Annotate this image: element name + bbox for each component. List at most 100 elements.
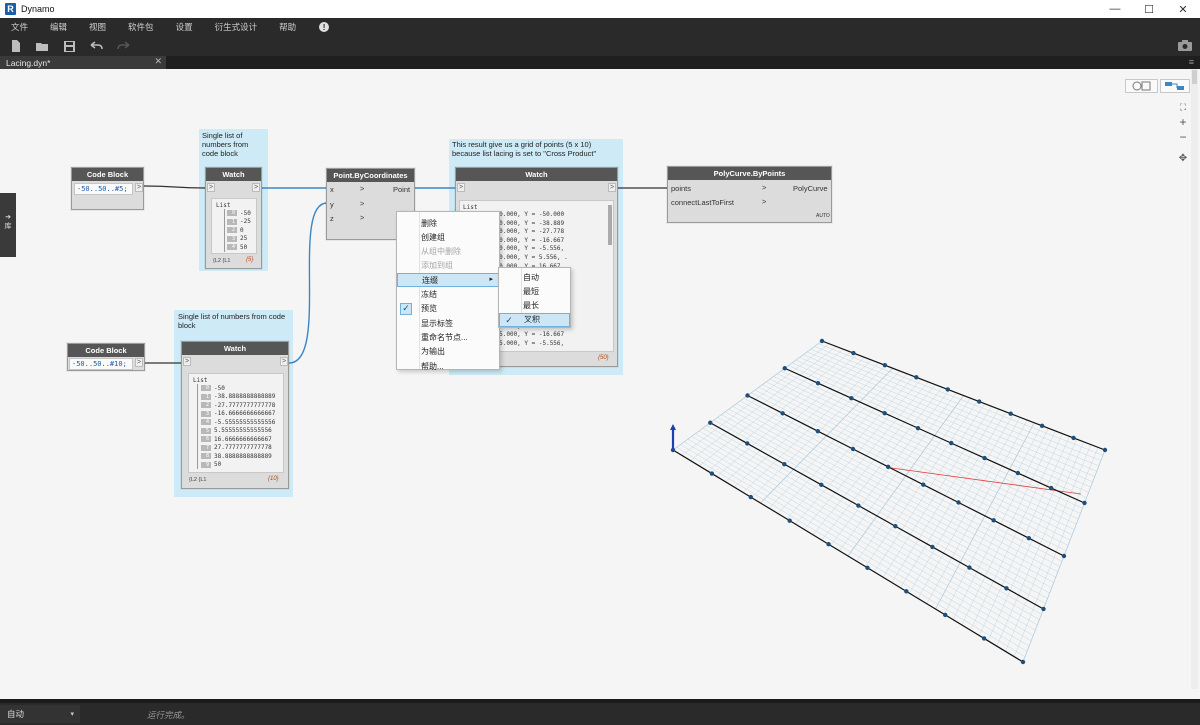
output-port-point[interactable]: Point: [393, 185, 410, 194]
list-index: 2: [227, 227, 237, 234]
list-value: 50: [214, 461, 222, 469]
list-item: 20: [227, 226, 252, 235]
watch-scrollbar[interactable]: [608, 205, 612, 245]
watch-node-1[interactable]: Watch > > List 0 -50 1 -25 2 0 3 25 4 50 {L2 {L1 …: [205, 167, 262, 269]
save-icon[interactable]: [56, 36, 83, 56]
new-file-icon[interactable]: [2, 36, 29, 56]
input-arrow[interactable]: >: [762, 183, 766, 192]
vertical-scrollbar[interactable]: [1191, 69, 1198, 689]
menu-item-label: 冻结: [421, 290, 437, 299]
input-port-points[interactable]: points: [671, 184, 691, 193]
list-index: 6: [201, 436, 211, 443]
list-value: 25: [240, 235, 248, 243]
code-input[interactable]: -50..50..#10;: [69, 358, 133, 370]
tab-close-icon[interactable]: ✕: [154, 56, 162, 67]
wire-code1-watch1[interactable]: [143, 185, 206, 189]
menu-file[interactable]: 文件: [0, 21, 39, 33]
menu-packages[interactable]: 软件包: [117, 21, 165, 33]
context-menu-item[interactable]: 为输出: [397, 345, 499, 359]
list-index: 4: [227, 244, 237, 251]
lacing-option[interactable]: 最短: [499, 284, 570, 298]
lacing-option[interactable]: 自动: [499, 270, 570, 284]
output-port[interactable]: >: [252, 183, 260, 192]
context-menu-item[interactable]: 删除: [397, 216, 499, 230]
maximize-button[interactable]: ☐: [1132, 0, 1166, 18]
watch-node-2[interactable]: Watch > > List 0 -50 1 -38.8888888888889 2 -2…: [181, 341, 289, 489]
scrollbar-thumb[interactable]: [1192, 70, 1197, 84]
input-arrow[interactable]: >: [360, 184, 364, 193]
undo-icon[interactable]: [83, 36, 110, 56]
title-bar: R Dynamo — ☐ ✕: [0, 0, 1200, 18]
input-arrow[interactable]: >: [360, 199, 364, 208]
check-icon: ✓: [400, 302, 412, 315]
zoom-out-icon[interactable]: −: [1176, 130, 1190, 144]
menu-item-label: 显示标签: [421, 318, 453, 328]
zoom-in-icon[interactable]: +: [1176, 115, 1190, 129]
background-preview-toggle[interactable]: [1125, 79, 1158, 93]
redo-icon[interactable]: [110, 36, 137, 56]
lacing-option[interactable]: ✓ 叉积: [499, 312, 570, 327]
input-port[interactable]: >: [183, 357, 191, 366]
workspace-canvas[interactable]: ➔ 库 Single list of numbers from code blo…: [0, 69, 1200, 699]
menu-help[interactable]: 帮助: [268, 21, 307, 33]
app-logo: R: [5, 3, 16, 15]
input-port-connect-last-to-first[interactable]: connectLastToFirst: [671, 198, 734, 207]
wire-watch2-y[interactable]: [288, 202, 328, 364]
menu-settings[interactable]: 设置: [165, 21, 204, 33]
tab-menu-icon[interactable]: ≡: [1189, 57, 1194, 67]
minimize-button[interactable]: —: [1098, 0, 1132, 18]
list-index: 0: [227, 210, 237, 217]
menu-item-label: 最短: [523, 286, 539, 296]
code-block-node-2[interactable]: Code Block -50..50..#10; >: [67, 343, 145, 371]
context-menu-item[interactable]: 冻结: [397, 288, 499, 302]
context-menu-item[interactable]: 从组中删除: [397, 245, 499, 259]
input-arrow[interactable]: >: [762, 197, 766, 206]
list-value: 27.7777777777778: [214, 444, 272, 452]
output-port[interactable]: >: [135, 358, 143, 367]
list-item: 6 16.6666666666667: [201, 435, 279, 444]
tab-lacing[interactable]: Lacing.dyn* ✕: [0, 56, 166, 69]
close-window-button[interactable]: ✕: [1166, 0, 1200, 18]
list-value: 5.55555555555556: [214, 427, 272, 435]
output-port[interactable]: >: [608, 183, 616, 192]
menu-edit[interactable]: 编辑: [39, 21, 78, 33]
polycurve-by-points-node[interactable]: PolyCurve.ByPoints points > connectLastT…: [667, 166, 832, 223]
context-menu-item[interactable]: 显示标签: [397, 316, 499, 330]
menu-view[interactable]: 视图: [78, 21, 117, 33]
output-port[interactable]: >: [280, 357, 288, 366]
run-mode-select[interactable]: 自动 ▾: [0, 705, 80, 723]
output-port-polycurve[interactable]: PolyCurve: [793, 184, 828, 193]
context-menu-item[interactable]: 重命名节点...: [397, 330, 499, 344]
list-item: 4 -5.55555555555556: [201, 418, 279, 427]
input-port[interactable]: >: [207, 183, 215, 192]
list-value: 38.8888888888889: [214, 452, 272, 460]
code-block-node-1[interactable]: Code Block -50..50..#5; >: [71, 167, 144, 210]
code-input[interactable]: -50..50..#5;: [74, 183, 133, 195]
context-menu-item[interactable]: ✓ 预览: [397, 302, 499, 316]
input-port-z[interactable]: z: [330, 214, 334, 223]
graph-view-toggle[interactable]: [1160, 79, 1190, 93]
input-arrow[interactable]: >: [360, 213, 364, 222]
open-folder-icon[interactable]: [29, 36, 56, 56]
pan-icon[interactable]: ✥: [1176, 151, 1190, 165]
window-controls: — ☐ ✕: [1098, 0, 1200, 18]
zoom-fit-icon[interactable]: ⛶: [1176, 100, 1190, 114]
menu-item-label: 最长: [523, 301, 539, 311]
context-menu-item[interactable]: 添加到组: [397, 259, 499, 273]
context-menu-item[interactable]: 帮助...: [397, 359, 499, 373]
input-port[interactable]: >: [457, 183, 465, 192]
list-index: 8: [201, 453, 211, 460]
tab-bar: Lacing.dyn* ✕ ≡: [0, 56, 1200, 69]
context-menu-item[interactable]: 创建组: [397, 230, 499, 244]
lacing-option[interactable]: 最长: [499, 299, 570, 313]
context-menu-item[interactable]: 连缀 ▸: [397, 273, 499, 288]
output-port[interactable]: >: [135, 183, 143, 192]
node-context-menu: 删除 创建组 从组中删除 添加到组 连缀 ▸ 冻结 ✓ 预览显示标签重命名节点... 为输出 帮助.…: [396, 211, 500, 373]
camera-icon[interactable]: [1178, 39, 1192, 53]
input-port-x[interactable]: x: [330, 185, 334, 194]
input-port-y[interactable]: y: [330, 200, 334, 209]
level-indicator: {L2 {L1: [213, 258, 231, 264]
list-header: List: [193, 377, 208, 384]
menu-generative-design[interactable]: 衍生式设计: [204, 21, 269, 33]
alert-icon[interactable]: !: [319, 22, 330, 32]
